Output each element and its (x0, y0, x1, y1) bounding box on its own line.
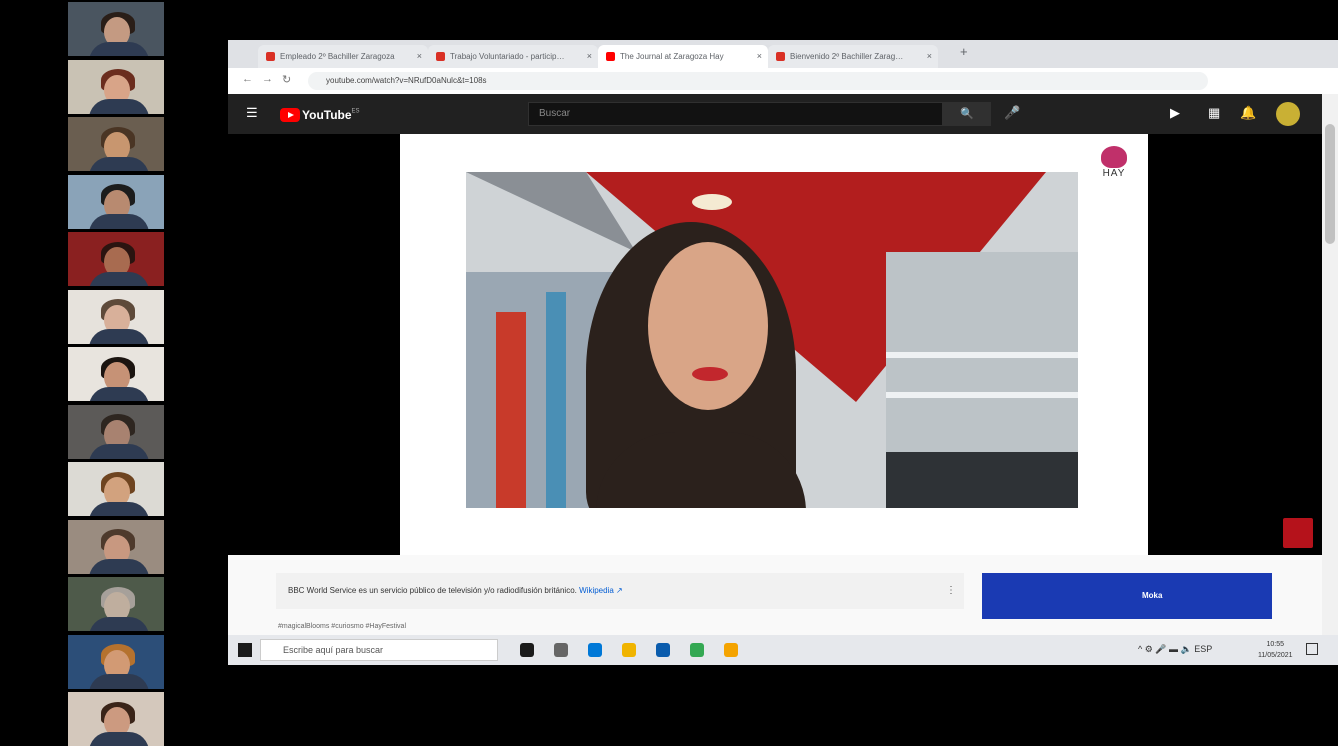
browser-tab-bar: Empleado 2º Bachiller Zaragoza × Trabajo V… (228, 40, 1338, 68)
taskbar-app-icon[interactable] (554, 643, 568, 657)
scrollbar-thumb[interactable] (1325, 124, 1335, 244)
video-player[interactable]: HAY (228, 134, 1322, 555)
taskbar-app-icon[interactable] (520, 643, 534, 657)
close-icon[interactable]: × (417, 51, 422, 61)
notifications-icon[interactable] (1306, 643, 1318, 655)
more-options-icon[interactable]: ⋮ (946, 585, 956, 596)
wikipedia-link[interactable]: Wikipedia ↗ (579, 586, 623, 595)
taskbar-app-icon[interactable] (690, 643, 704, 657)
participant-tile[interactable] (68, 634, 164, 689)
clock-date: 11/05/2021 (1258, 652, 1293, 659)
participant-tile[interactable] (68, 117, 164, 171)
youtube-wordmark: YouTube (302, 107, 352, 122)
participant-tile[interactable] (68, 462, 164, 516)
hay-festival-logo: HAY (1096, 146, 1132, 179)
reload-icon[interactable]: ↻ (282, 73, 291, 86)
participant-body (89, 156, 150, 171)
taskbar-app-icon[interactable] (724, 643, 738, 657)
participant-body (89, 616, 150, 631)
ad-text: Moka (1142, 591, 1163, 600)
bell-icon[interactable]: 🔔 (1240, 105, 1256, 121)
participant-body (89, 444, 150, 459)
forward-icon[interactable]: → (262, 73, 273, 85)
back-icon[interactable]: ← (242, 73, 253, 85)
participant-tile[interactable] (68, 174, 164, 229)
taskbar-app-icon[interactable] (622, 643, 636, 657)
video-slide: HAY (400, 134, 1148, 555)
heart-icon (1101, 146, 1127, 168)
participant-tile[interactable] (68, 404, 164, 459)
participant-gallery (0, 0, 228, 746)
participant-tile[interactable] (68, 692, 164, 746)
browser-tab[interactable]: Bienvenido 2º Bachiller Zaragoza × (768, 45, 938, 68)
speaker-video (466, 172, 1078, 508)
participant-tile[interactable] (68, 2, 164, 56)
info-panel: BBC World Service es un servicio público… (276, 573, 964, 609)
search-button[interactable]: 🔍 (943, 102, 991, 126)
close-icon[interactable]: × (927, 51, 932, 61)
participant-body (89, 674, 150, 689)
youtube-logo[interactable]: YouTubeES (280, 106, 360, 122)
tab-favicon-icon (776, 52, 785, 61)
start-icon[interactable] (238, 643, 252, 657)
tab-label: Trabajo Voluntariado - participación (450, 52, 565, 61)
bbc-badge-icon (1283, 518, 1313, 548)
windows-taskbar: Escribe aquí para buscar ^ ⚙ 🎤 ▬ 🔈 ESP 1… (228, 635, 1338, 665)
speaker-face (648, 242, 768, 410)
taskbar-app-icon[interactable] (588, 643, 602, 657)
close-icon[interactable]: × (587, 51, 592, 61)
browser-tab[interactable]: Trabajo Voluntariado - participación × (428, 45, 598, 68)
participant-tile[interactable] (68, 519, 164, 574)
tab-label: The Journal at Zaragoza Hay (620, 52, 724, 61)
create-icon[interactable]: ▶ (1170, 105, 1180, 121)
new-tab-button[interactable]: + (960, 44, 968, 59)
participant-tile[interactable] (68, 289, 164, 344)
page-scrollbar[interactable] (1322, 94, 1338, 635)
ad-banner[interactable]: Moka (982, 573, 1272, 619)
menu-icon[interactable]: ☰ (246, 105, 258, 121)
hashtags[interactable]: #magicalBlooms #curiosmo #HayFestival (278, 623, 406, 630)
hay-logo-text: HAY (1102, 168, 1126, 179)
tab-favicon-icon (266, 52, 275, 61)
tab-favicon-icon (606, 52, 615, 61)
participant-body (89, 329, 150, 344)
clock[interactable]: 10:55 11/05/2021 (1258, 639, 1293, 661)
mic-icon[interactable]: 🎤 (1004, 105, 1020, 121)
participant-tile[interactable] (68, 577, 164, 631)
participant-body (89, 501, 150, 516)
tab-favicon-icon (436, 52, 445, 61)
participant-body (89, 271, 150, 286)
close-icon[interactable]: × (757, 51, 762, 61)
participant-tile[interactable] (68, 59, 164, 114)
participant-body (89, 386, 150, 401)
url-input[interactable]: youtube.com/watch?v=NRufD0aNulc&t=108s (308, 72, 1208, 90)
youtube-header: ☰ YouTubeES Buscar 🔍 🎤 ▶ ▦ 🔔 (228, 94, 1322, 134)
avatar[interactable] (1276, 102, 1300, 126)
browser-address-bar: ← → ↻ youtube.com/watch?v=NRufD0aNulc&t=… (228, 68, 1338, 95)
info-panel-text: BBC World Service es un servicio público… (288, 586, 577, 595)
browser-tab[interactable]: Empleado 2º Bachiller Zaragoza × (258, 45, 428, 68)
apps-icon[interactable]: ▦ (1208, 105, 1220, 121)
participant-body (89, 731, 150, 746)
tab-label: Empleado 2º Bachiller Zaragoza (280, 52, 395, 61)
system-tray[interactable]: ^ ⚙ 🎤 ▬ 🔈 ESP (1138, 644, 1212, 655)
video-info-area: BBC World Service es un servicio público… (228, 555, 1322, 635)
participant-tile[interactable] (68, 347, 164, 401)
participant-body (89, 214, 150, 229)
participant-body (89, 559, 150, 574)
speaker-lips (692, 367, 728, 381)
search-input[interactable]: Buscar (528, 102, 943, 126)
participant-body (89, 99, 150, 114)
search-icon: 🔍 (960, 108, 974, 120)
taskbar-search-input[interactable]: Escribe aquí para buscar (260, 639, 498, 661)
browser-tab[interactable]: The Journal at Zaragoza Hay × (598, 45, 768, 68)
participant-body (89, 41, 150, 56)
logo-region: ES (351, 108, 360, 115)
youtube-play-icon (280, 107, 300, 122)
tab-label: Bienvenido 2º Bachiller Zaragoza (790, 52, 905, 61)
taskbar-app-icon[interactable] (656, 643, 670, 657)
clock-time: 10:55 (1266, 641, 1285, 648)
participant-tile[interactable] (68, 232, 164, 286)
